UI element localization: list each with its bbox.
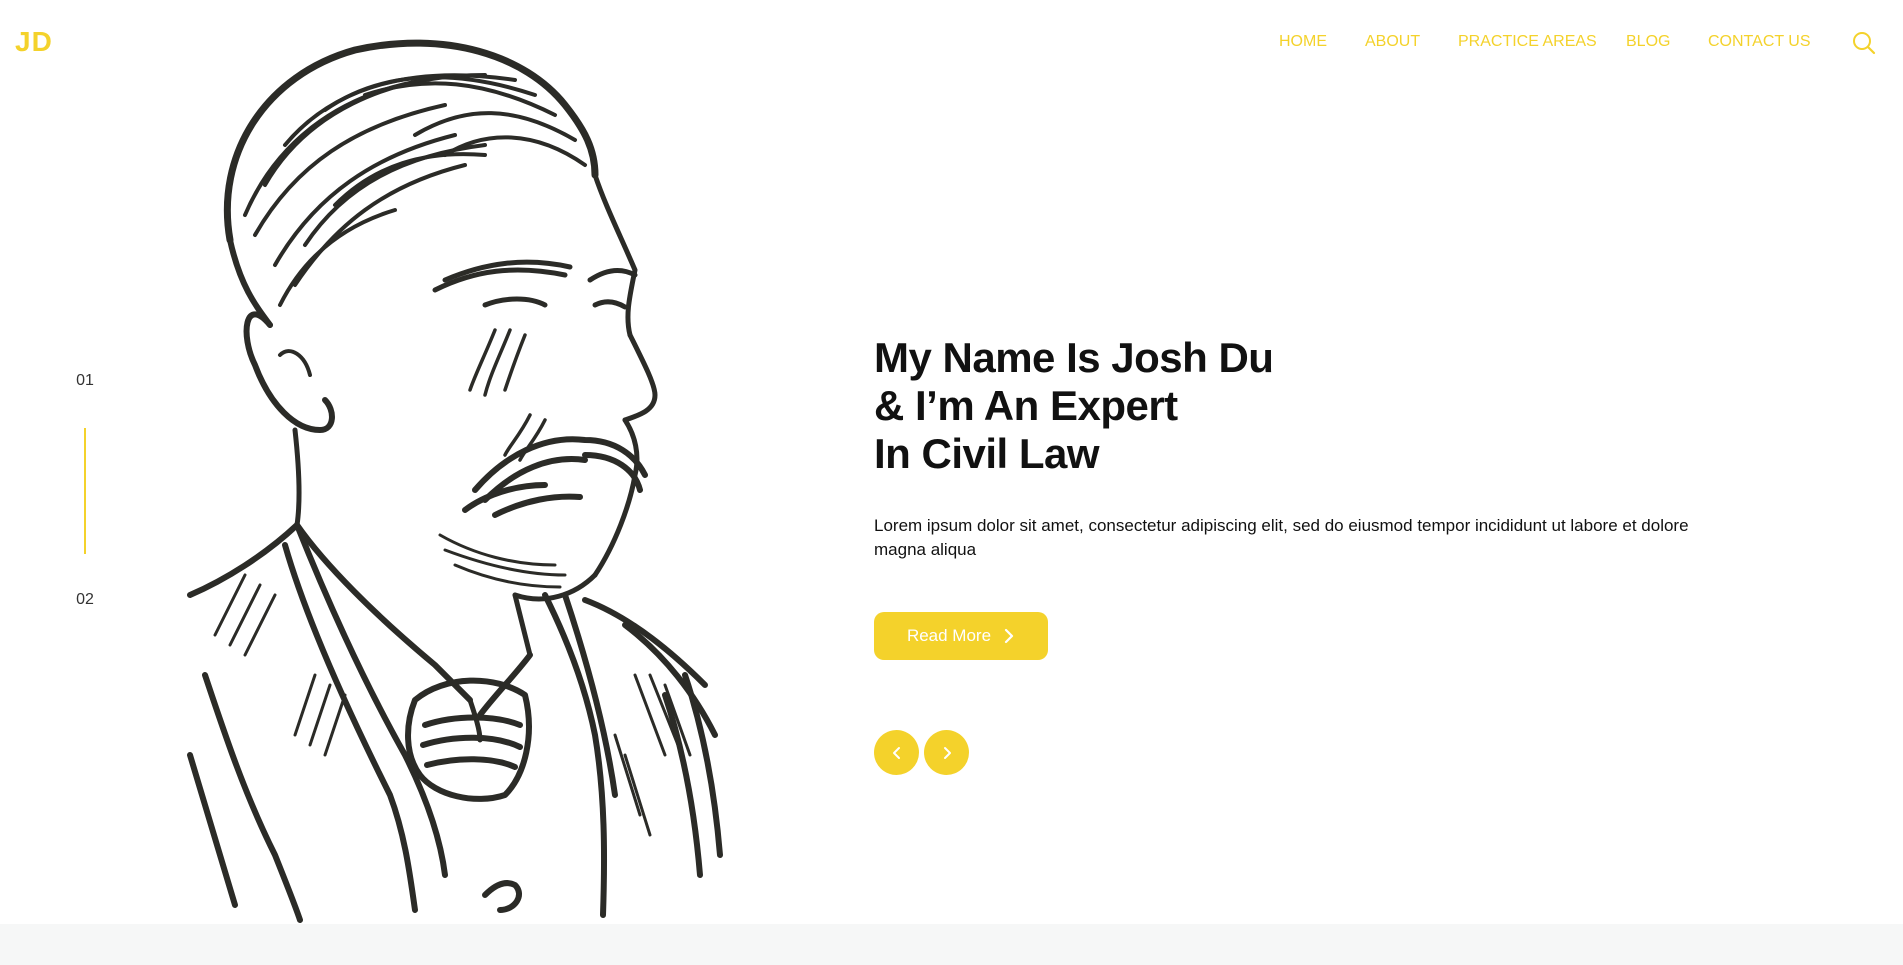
hero-title-line: In Civil Law bbox=[874, 430, 1100, 477]
nav-item-contact-us[interactable]: CONTACT US bbox=[1708, 33, 1811, 51]
page: JD HOME ABOUT PRACTICE AREAS BLOG CONTAC… bbox=[0, 0, 1903, 965]
hero-title-line: My Name Is Josh Du bbox=[874, 334, 1274, 381]
nav-item-about[interactable]: ABOUT bbox=[1365, 33, 1420, 51]
slider-prev-button[interactable] bbox=[874, 730, 919, 775]
hero-title-line: & I’m An Expert bbox=[874, 382, 1178, 429]
chevron-right-icon bbox=[1004, 628, 1014, 644]
nav-item-blog[interactable]: BLOG bbox=[1626, 33, 1670, 51]
read-more-button[interactable]: Read More bbox=[874, 612, 1048, 660]
nav-item-home[interactable]: HOME bbox=[1279, 33, 1327, 51]
slide-indicator-current[interactable]: 01 bbox=[65, 372, 105, 390]
chevron-right-icon bbox=[943, 746, 951, 759]
hero-description: Lorem ipsum dolor sit amet, consectetur … bbox=[874, 516, 1689, 559]
hero-title: My Name Is Josh Du & I’m An Expert In Ci… bbox=[874, 334, 1274, 478]
slide-progress-line bbox=[84, 428, 86, 554]
read-more-label: Read More bbox=[906, 626, 992, 645]
nav-item-practice-areas[interactable]: PRACTICE AREAS bbox=[1458, 33, 1597, 51]
chevron-left-icon bbox=[892, 746, 900, 759]
portrait-illustration bbox=[187, 39, 723, 923]
search-icon[interactable] bbox=[1852, 31, 1876, 55]
slide-indicator-next[interactable]: 02 bbox=[65, 591, 105, 609]
section-divider-band bbox=[0, 924, 1903, 965]
slider-next-button[interactable] bbox=[924, 730, 969, 775]
